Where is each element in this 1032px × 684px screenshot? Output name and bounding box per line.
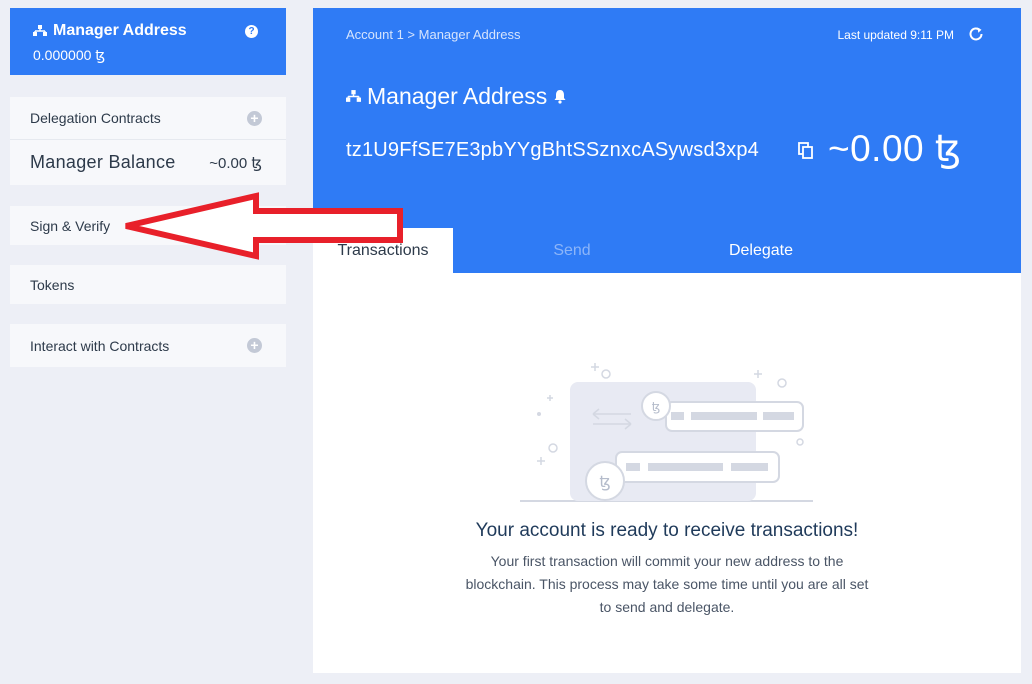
svg-text:ꜩ: ꜩ: [599, 472, 610, 491]
bell-icon[interactable]: [553, 89, 567, 104]
sidebar-delegation-card: Delegation Contracts + Manager Balance ~…: [10, 97, 286, 185]
breadcrumb[interactable]: Account 1 > Manager Address: [346, 27, 521, 42]
tab-send[interactable]: Send: [502, 228, 642, 273]
sidebar-item-label: Sign & Verify: [30, 217, 111, 234]
sidebar-item-interact-contracts[interactable]: Interact with Contracts +: [10, 324, 286, 367]
sidebar-item-label: Tokens: [30, 276, 75, 293]
sidebar-item-label: Delegation Contracts: [30, 110, 161, 126]
refresh-icon[interactable]: [967, 25, 985, 43]
address-hash: tz1U9FfSE7E3pbYYgBhtSSznxcASywsd3xp4: [346, 139, 759, 161]
sidebar-item-delegation-contracts[interactable]: Delegation Contracts +: [10, 97, 286, 139]
sidebar-account-header[interactable]: Manager Address 0.000000 ꜩ ?: [10, 8, 286, 75]
sidebar-header-balance: 0.000000 ꜩ: [33, 47, 106, 63]
empty-state-title: Your account is ready to receive transac…: [475, 520, 859, 541]
sidebar-header-title: Manager Address: [53, 22, 187, 39]
sidebar-item-manager-balance[interactable]: Manager Balance ~0.00 ꜩ: [10, 140, 286, 185]
main-panel: Account 1 > Manager Address Last updated…: [313, 8, 1021, 673]
manager-balance-label: Manager Balance: [30, 152, 176, 172]
tab-delegate[interactable]: Delegate: [691, 228, 831, 273]
address-tree-icon: [33, 25, 47, 36]
address-tree-icon: [346, 90, 361, 102]
manager-balance-value: ~0.00 ꜩ: [209, 154, 262, 172]
page-title: Manager Address: [367, 83, 548, 109]
address-hero: Account 1 > Manager Address Last updated…: [313, 8, 1021, 273]
svg-text:ꜩ: ꜩ: [652, 400, 661, 414]
sidebar-item-label: Interact with Contracts: [30, 337, 170, 354]
add-circle-icon[interactable]: +: [247, 338, 262, 353]
annotation-arrow: [125, 192, 403, 260]
add-circle-icon[interactable]: +: [247, 110, 262, 126]
empty-transactions-illustration: ꜩ ꜩ: [520, 363, 813, 502]
last-updated-text: Last updated 9:11 PM: [837, 28, 954, 42]
sidebar-item-tokens[interactable]: Tokens: [10, 265, 286, 304]
copy-icon[interactable]: [797, 142, 815, 160]
help-icon[interactable]: ?: [245, 25, 258, 38]
address-balance: ~0.00 ꜩ: [828, 128, 962, 169]
empty-state-description: Your first transaction will commit your …: [465, 553, 869, 615]
